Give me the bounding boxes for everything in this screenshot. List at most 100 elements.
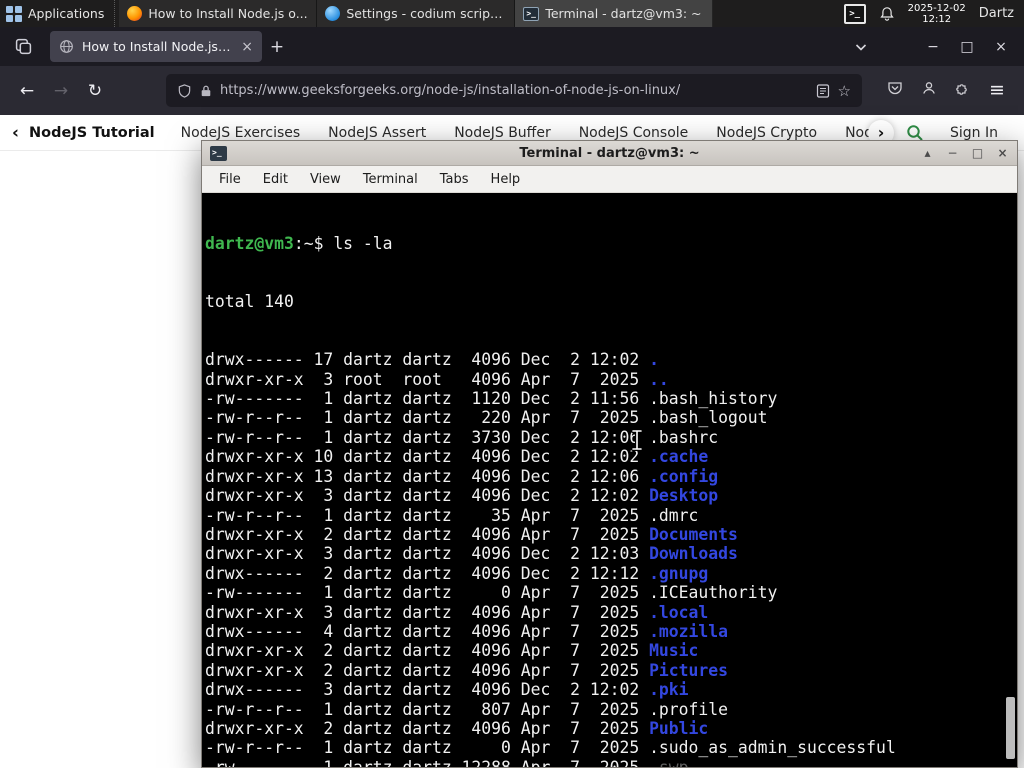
back-button[interactable]: ← [10,74,44,108]
terminal-rows: drwx------ 17 dartz dartz 4096 Dec 2 12:… [205,350,1017,767]
taskbar-window-terminal[interactable]: >_ Terminal - dartz@vm3: ~ [515,0,714,27]
terminal-title: Terminal - dartz@vm3: ~ [519,145,700,161]
prompt-separator: : [293,233,304,253]
file-meta: -rw------- 1 dartz dartz 12288 Apr 7 202… [205,758,649,767]
list-all-tabs-button[interactable] [846,32,876,62]
window-controls: − □ × [918,32,1016,62]
notifications-bell-icon[interactable] [879,6,895,22]
pocket-icon[interactable] [878,74,912,108]
taskbar: Applications How to Install Node.js o...… [0,0,1024,27]
file-name: .pki [649,680,689,700]
hamburger-menu-icon[interactable]: ≡ [980,74,1014,108]
terminal-line: drwxr-xr-x 2 dartz dartz 4096 Apr 7 2025… [205,719,1017,738]
file-name: .profile [649,699,729,719]
tab-title: How to Install Node.js on... [82,39,234,54]
terminal-output[interactable]: dartz@vm3:~$ ls -la total 140 drwx------… [202,193,1017,767]
sign-in-button[interactable]: Sign In [950,125,998,141]
search-icon[interactable] [906,124,924,142]
prompt-path: ~ [303,233,314,253]
taskbar-separator [114,0,116,27]
prompt-line: dartz@vm3:~$ ls -la [205,234,1017,253]
window-maximize-button[interactable]: □ [952,32,982,62]
terminal-line: -rw-r--r-- 1 dartz dartz 35 Apr 7 2025 .… [205,506,1017,525]
tracking-protection-shield-icon[interactable] [177,83,192,99]
bookmark-star-icon[interactable]: ☆ [838,82,851,100]
file-name: .local [649,602,709,622]
text-cursor-pointer [631,429,643,451]
extensions-puzzle-icon[interactable] [946,74,980,108]
menu-help[interactable]: Help [480,168,532,191]
subnav-items: NodeJS Tutorial NodeJS Exercises NodeJS … [29,125,886,141]
subnav-item[interactable]: NodeJS Crypto [716,125,817,141]
new-tab-button[interactable]: + [262,32,292,62]
file-name: .gnupg [649,563,709,583]
file-meta: -rw-r--r-- 1 dartz dartz 807 Apr 7 2025 [205,699,650,719]
terminal-line: -rw------- 1 dartz dartz 1120 Dec 2 11:5… [205,389,1017,408]
terminal-menubar: File Edit View Terminal Tabs Help [202,166,1017,193]
account-icon[interactable] [912,74,946,108]
file-meta: -rw-r--r-- 1 dartz dartz 35 Apr 7 2025 [205,505,650,525]
terminal-line: drwxr-xr-x 10 dartz dartz 4096 Dec 2 12:… [205,447,1017,466]
file-name: Downloads [649,544,738,564]
window-minimize-button[interactable]: − [918,32,948,62]
subnav-item[interactable]: NodeJS Buffer [454,125,551,141]
menu-edit[interactable]: Edit [252,168,299,191]
file-meta: -rw-r--r-- 1 dartz dartz 3730 Dec 2 12:0… [205,427,650,447]
window-close-button[interactable]: × [986,32,1016,62]
file-meta: -rw------- 1 dartz dartz 0 Apr 7 2025 [205,583,650,603]
url-bar[interactable]: https://www.geeksforgeeks.org/node-js/in… [166,74,862,107]
subnav-item[interactable]: NodeJS Assert [328,125,426,141]
file-meta: -rw------- 1 dartz dartz 1120 Dec 2 11:5… [205,389,650,409]
taskbar-window-list: How to Install Node.js o... Settings - c… [119,0,714,27]
command-text: ls -la [333,233,393,253]
applications-menu[interactable]: Applications [0,0,114,27]
menu-tabs[interactable]: Tabs [429,168,480,191]
terminal-scrollbar-thumb[interactable] [1006,697,1015,759]
terminal-maximize-button[interactable]: □ [971,146,984,160]
reload-button[interactable]: ↻ [78,74,112,108]
file-meta: drwx------ 2 dartz dartz 4096 Dec 2 12:1… [205,563,650,583]
file-name: .cache [649,447,709,467]
tab-bar: How to Install Node.js on... × + − □ × [0,27,1024,66]
file-name: .sudo_as_admin_successful [649,738,896,758]
browser-tab[interactable]: How to Install Node.js on... × [50,31,262,62]
prompt-user-host: dartz@vm3 [205,233,294,253]
user-menu[interactable]: Dartz [979,6,1014,21]
terminal-line: drwx------ 3 dartz dartz 4096 Dec 2 12:0… [205,680,1017,699]
terminal-close-button[interactable]: × [996,146,1009,160]
desktop: Applications How to Install Node.js o...… [0,0,1024,768]
subnav-item-primary[interactable]: NodeJS Tutorial [29,125,155,141]
lock-icon[interactable] [200,84,212,98]
menu-file[interactable]: File [208,168,252,191]
terminal-line: drwxr-xr-x 3 dartz dartz 4096 Dec 2 12:0… [205,544,1017,563]
subnav-item[interactable]: NodeJS Exercises [181,125,301,141]
taskbar-window-firefox[interactable]: How to Install Node.js o... [119,0,318,27]
reader-view-icon[interactable] [816,83,830,98]
applications-menu-icon [6,5,22,22]
file-name: .swp [649,758,688,767]
file-meta: drwx------ 17 dartz dartz 4096 Dec 2 12:… [205,350,650,370]
tray-terminal-icon[interactable]: >_ [843,3,866,24]
file-meta: drwxr-xr-x 2 dartz dartz 4096 Apr 7 2025 [205,641,650,661]
tab-close-icon[interactable]: × [241,39,253,55]
menu-view[interactable]: View [299,168,352,191]
file-name: .. [649,369,669,389]
file-meta: -rw-r--r-- 1 dartz dartz 0 Apr 7 2025 [205,738,650,758]
file-name: .config [649,466,719,486]
file-meta: drwx------ 4 dartz dartz 4096 Apr 7 2025 [205,621,650,641]
terminal-minimize-button[interactable]: − [946,146,959,160]
firefox-view-button[interactable] [8,32,38,62]
subnav-chevron-left-icon[interactable]: ‹ [12,123,19,143]
prompt-symbol: $ [313,233,334,253]
terminal-icon: >_ [210,145,227,161]
terminal-shade-button[interactable]: ▴ [921,146,934,160]
forward-button[interactable]: → [44,74,78,108]
menu-terminal[interactable]: Terminal [352,168,429,191]
taskbar-window-codium[interactable]: Settings - codium script... [317,0,516,27]
total-line: total 140 [205,292,294,312]
terminal-titlebar[interactable]: >_ Terminal - dartz@vm3: ~ ▴ − □ × [202,141,1017,166]
clock[interactable]: 2025-12-02 12:12 [908,3,966,25]
subnav-item[interactable]: NodeJS Console [579,125,689,141]
file-name: .bash_logout [649,408,768,428]
terminal-line: drwxr-xr-x 13 dartz dartz 4096 Dec 2 12:… [205,467,1017,486]
